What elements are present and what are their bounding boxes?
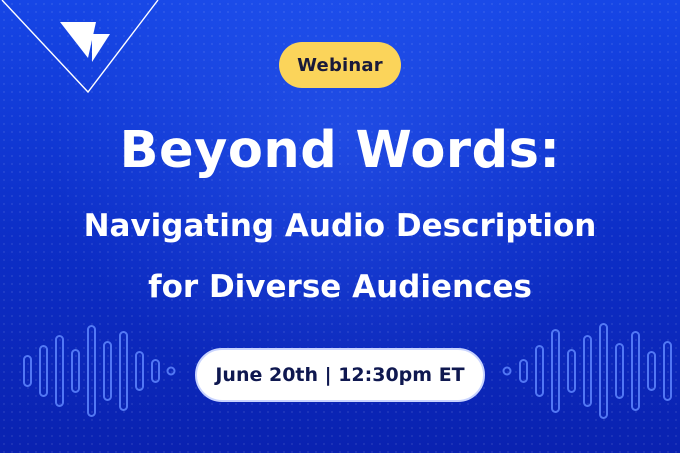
subtitle-line-2: for Diverse Audiences <box>148 269 532 305</box>
webinar-badge: Webinar <box>279 42 401 88</box>
subtitle-line-1: Navigating Audio Description <box>83 208 597 244</box>
event-date-pill: June 20th | 12:30pm ET <box>195 348 485 402</box>
main-title: Beyond Words: <box>119 121 561 180</box>
webinar-banner: Webinar Beyond Words: Navigating Audio D… <box>0 0 680 453</box>
v-triangle-logo-icon <box>1 0 159 94</box>
